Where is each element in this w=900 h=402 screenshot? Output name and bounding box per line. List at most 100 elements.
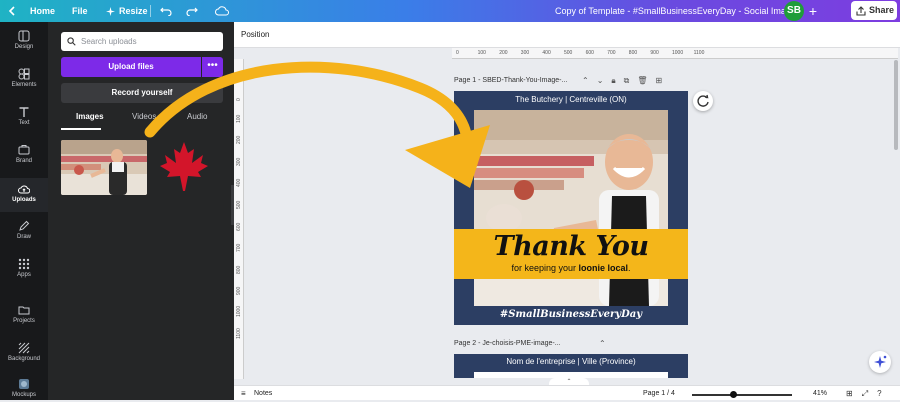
rail-item-uploads[interactable]: Uploads: [0, 178, 48, 212]
rail-item-text[interactable]: Text: [0, 106, 48, 136]
ruler-tick-label: 200: [499, 50, 508, 56]
record-yourself-button[interactable]: Record yourself: [61, 83, 223, 103]
search-input[interactable]: Search uploads: [61, 32, 223, 51]
page-2-actions: ⌃: [599, 339, 606, 348]
rail-item-projects[interactable]: Projects: [0, 304, 48, 334]
ruler-tick-label: 300: [520, 50, 530, 56]
design-icon: [18, 30, 30, 42]
rail-label: Uploads: [12, 197, 36, 203]
resize-button[interactable]: Resize: [106, 0, 148, 22]
home-label: Home: [30, 6, 56, 16]
background-pattern-icon: [18, 342, 30, 354]
share-button[interactable]: Share: [851, 1, 897, 20]
redo-button[interactable]: [186, 0, 198, 22]
vertical-ruler: 0 100 200 300 400 500 600 700 800 900 1000 1100: [234, 59, 244, 379]
ruler-tick-label: 0: [456, 50, 459, 56]
file-label: File: [72, 6, 88, 16]
ruler-tick-label: 0: [236, 98, 242, 101]
help-icon[interactable]: ?: [877, 389, 881, 399]
business-name[interactable]: The Butchery | Centreville (ON): [454, 95, 688, 104]
tab-videos[interactable]: Videos: [132, 112, 156, 121]
page-2-title[interactable]: Page 2 - Je-choisis-PME-image-...: [454, 340, 561, 347]
vertical-scrollbar[interactable]: [894, 60, 898, 150]
uploaded-image-thumbnail[interactable]: [61, 140, 147, 195]
mockups-icon: [19, 379, 29, 389]
rail-item-brand[interactable]: Brand: [0, 144, 48, 174]
ruler-tick-label: 600: [236, 222, 242, 231]
divider: [150, 0, 151, 22]
file-menu[interactable]: File: [72, 0, 88, 22]
add-page-icon[interactable]: ⊞: [656, 76, 663, 86]
thank-you-subtext[interactable]: for keeping your loonie local.: [454, 263, 688, 273]
page-2-canvas[interactable]: Nom de l'entreprise | Ville (Province): [454, 354, 688, 378]
notes-icon[interactable]: ≡: [241, 389, 246, 398]
chevron-up-icon[interactable]: ⌃: [599, 339, 606, 348]
rail-item-elements[interactable]: Elements: [0, 68, 48, 98]
folder-icon: [18, 306, 30, 315]
refresh-button[interactable]: [693, 91, 713, 111]
ruler-tick-label: 100: [236, 114, 242, 123]
fullscreen-icon[interactable]: ⤢: [862, 389, 868, 399]
undo-button[interactable]: [160, 0, 172, 22]
rail-label: Apps: [17, 272, 31, 278]
upload-files-button[interactable]: Upload files: [61, 57, 201, 77]
ruler-tick-label: 200: [236, 135, 242, 145]
avatar[interactable]: SB: [784, 1, 804, 21]
position-button[interactable]: Position: [241, 30, 269, 39]
horizontal-ruler: 0 100 200 300 400 500 600 700 800 900 1000 1100: [452, 48, 898, 59]
magic-assistant-button[interactable]: [869, 351, 891, 373]
page-1-canvas[interactable]: The Butchery | Centreville (ON) Thank Yo…: [454, 91, 688, 325]
rail-item-background[interactable]: Background: [0, 342, 48, 372]
maple-leaf-graphic[interactable]: [158, 139, 210, 199]
chevron-up-icon[interactable]: ⌃: [582, 76, 589, 86]
subtext-start: for keeping your: [511, 263, 579, 273]
lock-icon[interactable]: 🔒︎: [611, 76, 615, 86]
document-title[interactable]: Copy of Template - #SmallBusinessEveryDa…: [555, 0, 800, 22]
apps-grid-icon: [18, 258, 30, 270]
chevron-down-icon[interactable]: ⌄: [597, 76, 604, 86]
ruler-tick-label: 400: [236, 179, 242, 188]
top-bar: Home File Resize Copy of Template - #Sma…: [0, 0, 900, 22]
add-collaborator-button[interactable]: +: [805, 2, 821, 20]
side-rail: Design Elements Text Brand Uploads Draw …: [0, 22, 48, 400]
notes-button[interactable]: Notes: [254, 390, 272, 397]
page-indicator[interactable]: Page 1 / 4: [643, 390, 675, 397]
ruler-tick-label: 700: [236, 243, 242, 253]
uploads-panel: Search uploads Upload files ••• Record y…: [48, 22, 234, 400]
redo-icon: [186, 7, 198, 16]
refresh-icon: [697, 94, 709, 107]
more-options-button[interactable]: •••: [202, 57, 223, 77]
zoom-slider-knob[interactable]: [730, 391, 738, 398]
rail-label: Text: [18, 120, 30, 126]
business-name-fr[interactable]: Nom de l'entreprise | Ville (Province): [454, 357, 688, 366]
rail-label: Projects: [13, 318, 35, 324]
active-tab-indicator: [61, 128, 101, 130]
tab-images[interactable]: Images: [76, 112, 104, 121]
rail-item-apps[interactable]: Apps: [0, 258, 48, 288]
delete-icon[interactable]: 🗑︎: [637, 76, 647, 86]
thank-you-heading[interactable]: Thank You: [454, 231, 688, 262]
share-icon: [856, 5, 866, 16]
thank-you-banner[interactable]: Thank You for keeping your loonie local.: [454, 229, 688, 279]
grid-view-icon[interactable]: ⊞: [846, 389, 853, 399]
cloud-save-button[interactable]: [215, 0, 229, 22]
sparkle-icon: [106, 6, 115, 16]
hashtag-text[interactable]: #SmallBusinessEveryDay: [454, 309, 688, 320]
rail-item-draw[interactable]: Draw: [0, 220, 48, 250]
zoom-slider[interactable]: [692, 391, 792, 398]
share-label: Share: [869, 5, 895, 15]
ruler-tick-label: 100: [477, 50, 486, 56]
home-button[interactable]: Home: [8, 0, 55, 22]
rail-item-mockups[interactable]: Mockups: [0, 378, 48, 402]
editor-toolbar: Position: [234, 22, 900, 48]
rail-label: Draw: [16, 234, 31, 240]
undo-icon: [160, 7, 172, 16]
zoom-level[interactable]: 41%: [813, 390, 827, 397]
duplicate-icon[interactable]: ⧉: [624, 76, 630, 86]
tab-audio[interactable]: Audio: [187, 112, 207, 121]
page-1-title[interactable]: Page 1 - SBED-Thank-You-Image-...: [454, 77, 567, 84]
rail-label: Brand: [15, 158, 32, 164]
rail-label: Background: [7, 356, 41, 362]
page-1-actions: ⌃ ⌄ 🔒︎ ⧉ 🗑︎ ⊞: [582, 76, 662, 86]
rail-item-design[interactable]: Design: [0, 30, 48, 60]
